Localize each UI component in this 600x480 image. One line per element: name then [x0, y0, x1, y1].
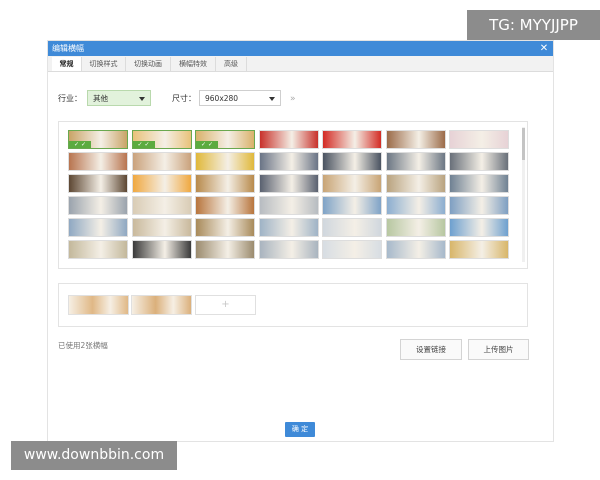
banner-thumbnail[interactable]: [385, 130, 446, 149]
banner-thumbnail[interactable]: ✓ ✓: [68, 130, 128, 149]
banner-thumbnail[interactable]: [322, 240, 382, 259]
check-icon: ✓ ✓: [69, 141, 91, 148]
banner-thumbnail[interactable]: [131, 240, 192, 259]
tab-switch-animation[interactable]: 切换动画: [126, 57, 171, 71]
dialog-titlebar: 编辑横幅: [48, 41, 553, 56]
banner-thumbnail[interactable]: [385, 174, 446, 193]
banner-thumbnail[interactable]: [195, 218, 255, 237]
banner-thumbnail[interactable]: [68, 174, 128, 193]
chevron-down-icon: [269, 97, 275, 101]
banner-thumbnail[interactable]: [322, 196, 382, 215]
chevron-down-icon: [139, 97, 145, 101]
tab-advanced[interactable]: 高级: [216, 57, 247, 71]
banner-gallery: ✓ ✓ ✓ ✓ ✓ ✓: [58, 121, 528, 269]
banner-thumbnail[interactable]: [449, 218, 509, 237]
banner-thumbnail[interactable]: [322, 130, 382, 149]
banner-thumbnail[interactable]: [258, 130, 319, 149]
banner-thumbnail[interactable]: [258, 152, 319, 171]
banner-thumbnail[interactable]: [131, 152, 192, 171]
banner-thumbnail[interactable]: [68, 240, 128, 259]
check-icon: ✓ ✓: [132, 141, 155, 148]
banner-thumbnail[interactable]: [322, 152, 382, 171]
banner-thumbnail[interactable]: [195, 196, 255, 215]
gallery-scrollbar-thumb[interactable]: [522, 128, 525, 160]
banner-thumbnail[interactable]: [68, 152, 128, 171]
banner-thumbnail[interactable]: [385, 196, 446, 215]
industry-select[interactable]: 其他: [87, 90, 151, 106]
used-count-text: 已使用2张横幅: [58, 341, 108, 350]
industry-label: 行业：: [58, 94, 82, 103]
double-chevron-icon[interactable]: »: [290, 91, 296, 107]
dialog-title: 编辑横幅: [52, 44, 84, 53]
banner-thumbnail[interactable]: [258, 196, 319, 215]
banner-thumbnail[interactable]: [449, 174, 509, 193]
banner-thumbnail[interactable]: [131, 218, 192, 237]
close-icon[interactable]: ✕: [539, 41, 549, 56]
banner-thumbnail[interactable]: [195, 240, 255, 259]
size-label: 尺寸：: [172, 94, 196, 103]
banner-thumbnail[interactable]: [131, 196, 192, 215]
size-select-value: 960x280: [205, 94, 239, 103]
upload-image-button[interactable]: 上传图片: [468, 339, 529, 360]
size-select[interactable]: 960x280: [199, 90, 281, 106]
check-icon: ✓ ✓: [196, 141, 218, 148]
watermark-bottom: www.downbbin.com: [11, 441, 177, 470]
selected-banner-slot[interactable]: [68, 295, 129, 315]
banner-thumbnail[interactable]: [195, 152, 255, 171]
confirm-button[interactable]: 确 定: [285, 422, 315, 437]
tab-banner-effects[interactable]: 横幅特效: [171, 57, 216, 71]
banner-thumbnail[interactable]: [131, 174, 192, 193]
banner-thumbnail[interactable]: ✓ ✓: [131, 130, 192, 149]
banner-thumbnail[interactable]: [258, 218, 319, 237]
banner-thumbnail[interactable]: [449, 240, 509, 259]
industry-select-value: 其他: [93, 94, 108, 103]
tab-bar: 常规 切换样式 切换动画 横幅特效 高级: [48, 56, 553, 72]
banner-thumbnail[interactable]: ✓ ✓: [195, 130, 255, 149]
banner-thumbnail[interactable]: [68, 196, 128, 215]
watermark-top: TG: MYYJJPP: [467, 10, 600, 40]
banner-thumbnail[interactable]: [385, 218, 446, 237]
add-slot-icon[interactable]: +: [195, 295, 256, 315]
banner-thumbnail[interactable]: [449, 196, 509, 215]
banner-thumbnail[interactable]: [258, 174, 319, 193]
banner-thumbnail[interactable]: [322, 218, 382, 237]
banner-thumbnail[interactable]: [258, 240, 319, 259]
selected-banner-slot[interactable]: [131, 295, 192, 315]
tab-general[interactable]: 常规: [52, 57, 82, 71]
banner-thumbnail[interactable]: [195, 174, 255, 193]
tab-switch-style[interactable]: 切换样式: [82, 57, 126, 71]
banner-thumbnail[interactable]: [385, 152, 446, 171]
banner-thumbnail[interactable]: [68, 218, 128, 237]
banner-thumbnail[interactable]: [322, 174, 382, 193]
selected-banner-strip: +: [58, 283, 528, 327]
banner-thumbnail[interactable]: [449, 152, 509, 171]
banner-thumbnail[interactable]: [449, 130, 509, 149]
banner-thumbnail[interactable]: [385, 240, 446, 259]
set-link-button[interactable]: 设置链接: [400, 339, 462, 360]
